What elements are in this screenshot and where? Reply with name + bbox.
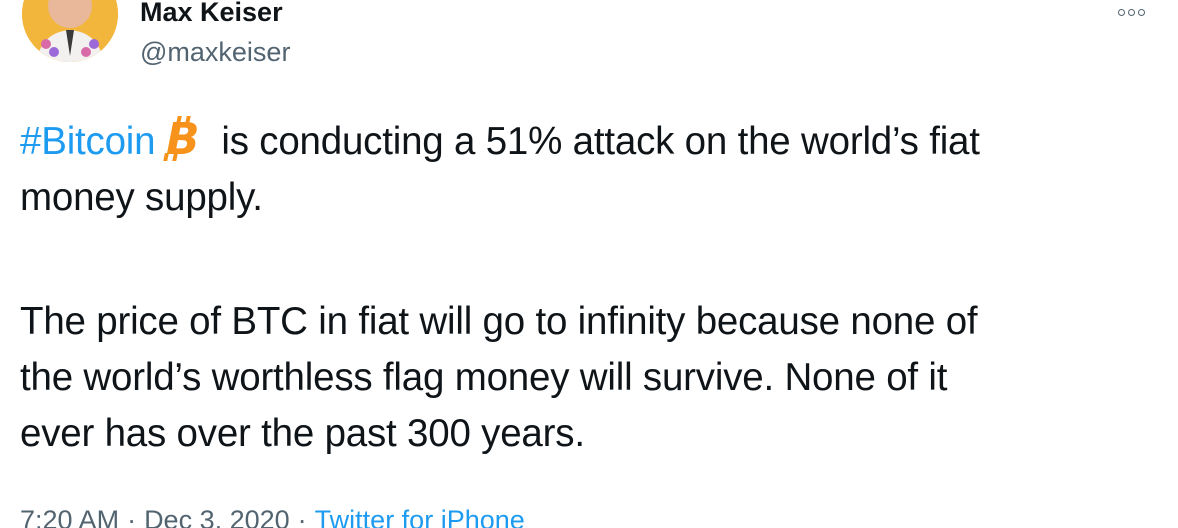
tweet-meta: 7:20 AM · Dec 3, 2020 · Twitter for iPhone [20,500,525,528]
more-horizontal-icon[interactable] [1118,6,1156,18]
tweet-text-p2-line3: ever has over the past 300 years. [20,412,585,455]
more-dot [1138,8,1145,16]
author-display-name[interactable]: Max Keiser [140,0,283,32]
author-handle[interactable]: @maxkeiser [140,32,290,72]
svg-text:B: B [166,115,199,161]
bitcoin-b-icon: B [163,115,200,161]
tweet-text-p2-line2: the world’s worthless flag money will su… [20,356,948,399]
tweet-text-line1: is conducting a 51% attack on the world’… [221,120,980,163]
tweet-date-link[interactable]: Dec 3, 2020 [144,505,290,528]
separator-dot: · [127,505,137,528]
hashtag-link[interactable]: #Bitcoin [20,120,156,163]
more-dot [1118,8,1125,16]
profile-photo-icon [22,0,118,62]
more-dot [1128,8,1135,16]
tweet-time-link[interactable]: 7:20 AM [20,505,119,528]
tweet-line: #Bitcoin Bis conducting a 51% attack on t… [20,114,1170,170]
tweet-text-p2-line1: The price of BTC in fiat will go to infi… [20,300,978,343]
tweet-text-line2: money supply. [20,176,263,219]
tweet-text: #Bitcoin Bis conducting a 51% attack on t… [20,114,1170,462]
tweet-card: Max Keiser @maxkeiser #Bitcoin Bis conduc… [0,0,1178,528]
separator-dot: · [297,505,307,528]
tweet-source-link[interactable]: Twitter for iPhone [315,505,525,528]
avatar[interactable] [22,0,118,62]
